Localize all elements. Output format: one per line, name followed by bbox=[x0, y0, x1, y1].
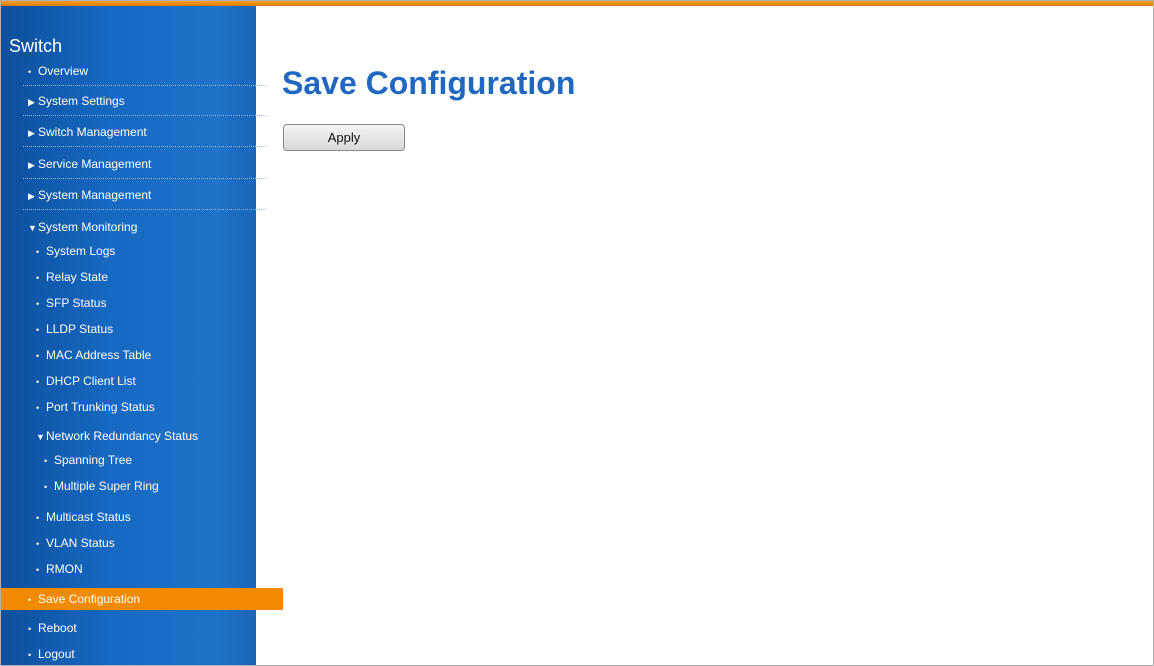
sidebar-item-label: Switch Management bbox=[38, 125, 147, 139]
bullet-icon: • bbox=[28, 67, 32, 77]
sidebar-item-save-configuration[interactable]: • Save Configuration bbox=[1, 588, 283, 610]
sidebar-item-system-management[interactable]: ▶ System Management bbox=[1, 187, 283, 210]
arrow-down-icon: ▼ bbox=[28, 223, 37, 233]
bullet-icon: • bbox=[36, 513, 40, 523]
sidebar-item-system-settings[interactable]: ▶ System Settings bbox=[1, 93, 283, 116]
sidebar-item-label: Port Trunking Status bbox=[46, 400, 155, 414]
bullet-icon: • bbox=[36, 325, 40, 335]
page-title: Save Configuration bbox=[282, 65, 576, 101]
sidebar-item-switch-management[interactable]: ▶ Switch Management bbox=[1, 124, 283, 147]
sidebar-item-system-monitoring[interactable]: ▼System Monitoring bbox=[1, 219, 283, 236]
sidebar-item-system-logs[interactable]: • System Logs bbox=[1, 243, 291, 260]
sidebar-item-multicast-status[interactable]: • Multicast Status bbox=[1, 509, 291, 526]
sidebar-item-label: Multicast Status bbox=[46, 510, 131, 524]
bullet-icon: • bbox=[36, 403, 40, 413]
sidebar-item-label: SFP Status bbox=[46, 296, 107, 310]
bullet-icon: • bbox=[28, 624, 32, 634]
sidebar-item-label: Save Configuration bbox=[38, 592, 141, 606]
bullet-icon: • bbox=[36, 247, 40, 257]
bullet-icon: • bbox=[28, 650, 32, 660]
sidebar-item-spanning-tree[interactable]: • Spanning Tree bbox=[1, 452, 299, 469]
sidebar-item-mac-address-table[interactable]: • MAC Address Table bbox=[1, 347, 291, 364]
sidebar-item-label: System Settings bbox=[38, 94, 125, 108]
sidebar-item-vlan-status[interactable]: • VLAN Status bbox=[1, 535, 291, 552]
sidebar-item-label: Overview bbox=[38, 64, 89, 78]
sidebar-item-multiple-super-ring[interactable]: • Multiple Super Ring bbox=[1, 478, 299, 495]
sidebar-item-label: DHCP Client List bbox=[46, 374, 136, 388]
sidebar-item-rmon[interactable]: • RMON bbox=[1, 561, 291, 578]
sidebar-item-label: Spanning Tree bbox=[54, 453, 133, 467]
bullet-icon: • bbox=[44, 482, 48, 492]
sidebar-title: Switch bbox=[9, 36, 63, 56]
sidebar-item-relay-state[interactable]: • Relay State bbox=[1, 269, 291, 286]
arrow-right-icon: ▶ bbox=[28, 97, 35, 107]
bullet-icon: • bbox=[28, 595, 32, 605]
sidebar-item-label: Reboot bbox=[38, 621, 77, 635]
sidebar-item-label: LLDP Status bbox=[46, 322, 114, 336]
sidebar-item-dhcp-client-list[interactable]: • DHCP Client List bbox=[1, 373, 291, 390]
bullet-icon: • bbox=[44, 456, 48, 466]
sidebar-item-label: System Logs bbox=[46, 244, 116, 258]
bullet-icon: • bbox=[36, 273, 40, 283]
sidebar-item-overview[interactable]: • Overview bbox=[1, 63, 283, 86]
sidebar-item-label: Service Management bbox=[38, 157, 152, 171]
app-frame: Switch • Overview ▶ System Settings ▶ Switc… bbox=[0, 0, 1154, 666]
sidebar-item-lldp-status[interactable]: • LLDP Status bbox=[1, 321, 291, 338]
arrow-down-icon: ▼ bbox=[36, 432, 45, 442]
sidebar-item-label: Multiple Super Ring bbox=[54, 479, 159, 493]
sidebar: Switch • Overview ▶ System Settings ▶ Switc… bbox=[1, 6, 283, 665]
sidebar-item-label: MAC Address Table bbox=[46, 348, 152, 362]
bullet-icon: • bbox=[36, 539, 40, 549]
arrow-right-icon: ▶ bbox=[28, 160, 35, 170]
sidebar-item-label: Logout bbox=[38, 647, 75, 661]
sidebar-item-port-trunking-status[interactable]: • Port Trunking Status bbox=[1, 399, 291, 416]
sidebar-item-label: Relay State bbox=[46, 270, 109, 284]
sidebar-item-label: VLAN Status bbox=[46, 536, 115, 550]
apply-button[interactable]: Apply bbox=[283, 124, 405, 151]
sidebar-item-sfp-status[interactable]: • SFP Status bbox=[1, 295, 291, 312]
sidebar-item-network-redundancy-status[interactable]: ▼Network Redundancy Status bbox=[1, 428, 291, 445]
sidebar-item-label: RMON bbox=[46, 562, 83, 576]
bullet-icon: • bbox=[36, 377, 40, 387]
sidebar-item-label: System Management bbox=[38, 188, 152, 202]
sidebar-item-label: System Monitoring bbox=[38, 220, 138, 234]
bullet-icon: • bbox=[36, 565, 40, 575]
sidebar-item-logout[interactable]: • Logout bbox=[1, 646, 283, 663]
sidebar-item-reboot[interactable]: • Reboot bbox=[1, 620, 283, 637]
arrow-right-icon: ▶ bbox=[28, 191, 35, 201]
sidebar-item-label: Network Redundancy Status bbox=[46, 429, 199, 443]
arrow-right-icon: ▶ bbox=[28, 128, 35, 138]
bullet-icon: • bbox=[36, 351, 40, 361]
bullet-icon: • bbox=[36, 299, 40, 309]
sidebar-item-service-management[interactable]: ▶ Service Management bbox=[1, 156, 283, 179]
